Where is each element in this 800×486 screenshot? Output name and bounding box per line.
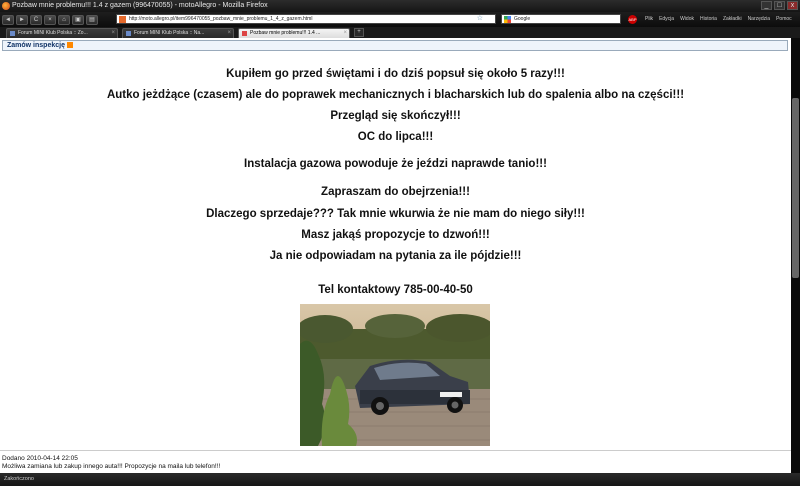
- description-line: Instalacja gazowa powoduje że jeździ nap…: [244, 158, 547, 170]
- url-text: http://moto.allegro.pl/item996470055_poz…: [129, 16, 313, 22]
- added-date: Dodano 2010-04-14 22:05: [2, 455, 78, 462]
- firefox-logo-icon: [2, 2, 10, 10]
- tab-favicon-icon: [242, 31, 247, 36]
- contact-phone: Tel kontaktowy 785-00-40-50: [318, 284, 473, 296]
- status-bar: Zakończono: [0, 473, 800, 486]
- tab-bar: Forum MINI Klub Polska :: Zo... × Forum …: [0, 27, 800, 38]
- car-photo[interactable]: [300, 304, 490, 446]
- tab-label: Pozbaw mnie problemu!!! 1.4 ...: [250, 30, 321, 36]
- navigation-toolbar: ◄ ► C × ⌂ ▣ ▤ http://moto.allegro.pl/ite…: [0, 12, 800, 27]
- exchange-note: Możliwa zamiana lub zakup innego auta!!!…: [2, 463, 221, 470]
- description-line: Przegląd się skończył!!!: [330, 110, 461, 122]
- menu-item-history[interactable]: Historia: [700, 15, 717, 24]
- tab-forum-2[interactable]: Forum MINI Klub Polska :: Na... ×: [122, 28, 234, 38]
- menu-item-bookmarks[interactable]: Zakładki: [723, 15, 742, 24]
- adblock-icon[interactable]: ABP: [628, 15, 637, 24]
- close-tab-icon[interactable]: ×: [343, 29, 347, 38]
- reload-button[interactable]: C: [30, 14, 42, 25]
- window-controls: _ □ x: [761, 1, 798, 10]
- tab-allegro[interactable]: Pozbaw mnie problemu!!! 1.4 ... ×: [238, 28, 350, 38]
- menu-item-file[interactable]: Plik: [645, 15, 653, 24]
- tab-forum-1[interactable]: Forum MINI Klub Polska :: Zo... ×: [6, 28, 118, 38]
- bookmark-star-icon[interactable]: ☆: [477, 15, 483, 23]
- search-input[interactable]: Google: [501, 14, 621, 24]
- tab-favicon-icon: [126, 31, 131, 36]
- menu-item-help[interactable]: Pomoc: [776, 15, 792, 24]
- close-tab-icon[interactable]: ×: [227, 29, 231, 38]
- info-icon: [66, 42, 73, 49]
- bookmark-toolbar-icon[interactable]: ▤: [86, 14, 98, 25]
- new-tab-button[interactable]: +: [354, 28, 364, 37]
- vertical-scrollbar[interactable]: [791, 38, 800, 473]
- tab-label: Forum MINI Klub Polska :: Na...: [134, 30, 205, 36]
- browser-window: Pozbaw mnie problemu!!! 1.4 z gazem (996…: [0, 0, 800, 486]
- tab-favicon-icon: [10, 31, 15, 36]
- scrollbar-thumb[interactable]: [792, 98, 799, 278]
- home-button[interactable]: ⌂: [58, 14, 70, 25]
- google-icon: [504, 16, 511, 23]
- inspection-link[interactable]: Zamów inspekcję: [7, 42, 65, 49]
- site-favicon-icon: [119, 16, 126, 23]
- description-line: Zapraszam do obejrzenia!!!: [321, 186, 470, 198]
- description-line: Kupiłem go przed świętami i do dziś pops…: [226, 68, 565, 80]
- maximize-button[interactable]: □: [774, 1, 785, 10]
- menu-item-tools[interactable]: Narzędzia: [748, 15, 771, 24]
- screenshot-icon[interactable]: ▣: [72, 14, 84, 25]
- title-bar: Pozbaw mnie problemu!!! 1.4 z gazem (996…: [0, 0, 800, 12]
- minimize-button[interactable]: _: [761, 1, 772, 10]
- page-content: Zamów inspekcję Kupiłem go przed świętam…: [0, 38, 791, 473]
- close-tab-icon[interactable]: ×: [111, 29, 115, 38]
- tab-label: Forum MINI Klub Polska :: Zo...: [18, 30, 88, 36]
- item-footer: Dodano 2010-04-14 22:05 Możliwa zamiana …: [0, 450, 791, 473]
- inspection-bar[interactable]: Zamów inspekcję: [2, 40, 788, 51]
- url-bar[interactable]: http://moto.allegro.pl/item996470055_poz…: [116, 14, 496, 24]
- description-line: Autko jeżdżące (czasem) ale do poprawek …: [106, 89, 685, 101]
- back-button[interactable]: ◄: [2, 14, 14, 25]
- forward-button[interactable]: ►: [16, 14, 28, 25]
- menu-item-view[interactable]: Widok: [680, 15, 694, 24]
- close-window-button[interactable]: x: [787, 1, 798, 10]
- menu-bar: Plik Edycja Widok Historia Zakładki Narz…: [645, 15, 792, 24]
- window-title: Pozbaw mnie problemu!!! 1.4 z gazem (996…: [12, 2, 268, 9]
- description-line: Ja nie odpowiadam na pytania za ile pójd…: [269, 250, 522, 262]
- description-line: Dlaczego sprzedaje??? Tak mnie wkurwia ż…: [206, 208, 585, 220]
- description-line: OC do lipca!!!: [357, 131, 434, 143]
- search-placeholder: Google: [514, 16, 531, 22]
- description-line: Masz jakąś propozycje to dzwoń!!!: [301, 229, 490, 241]
- menu-item-edit[interactable]: Edycja: [659, 15, 674, 24]
- stop-button[interactable]: ×: [44, 14, 56, 25]
